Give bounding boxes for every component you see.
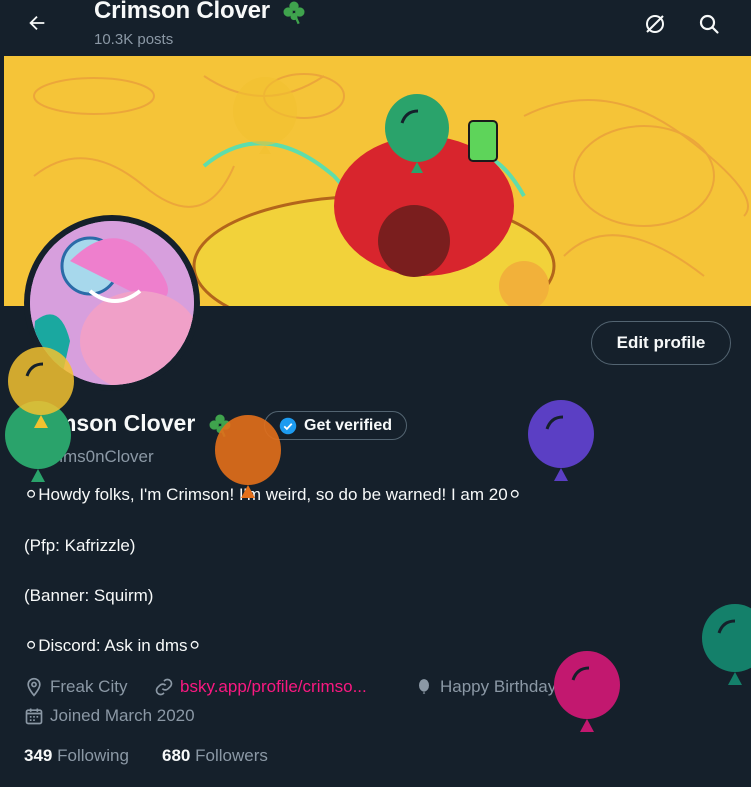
website[interactable]: bsky.app/profile/crimso... (154, 677, 367, 697)
profile-title: Crimson Clover (94, 0, 308, 26)
bio-line: (Banner: Squirm) (24, 586, 154, 605)
location-text: Freak City (50, 677, 128, 696)
following-count: 349 (24, 746, 53, 765)
arrow-left-icon (29, 15, 45, 31)
followers-count: 680 (162, 746, 191, 765)
website-link[interactable]: bsky.app/profile/crimso... (180, 677, 367, 697)
following-label: Following (57, 746, 129, 765)
display-name: Crimson Clover (24, 410, 234, 439)
birthday: Happy Birthday! (414, 677, 561, 697)
location-pin-icon (27, 677, 41, 697)
edit-profile-button[interactable]: Edit profile (591, 321, 731, 365)
location: Freak City (24, 677, 127, 697)
clover-icon (209, 414, 231, 438)
grok-button[interactable] (641, 10, 669, 38)
balloon-decoration (528, 400, 594, 481)
search-icon (699, 14, 719, 34)
join-date: Joined March 2020 (24, 706, 195, 726)
clover-icon (283, 1, 305, 24)
get-verified-button[interactable]: Get verified (264, 411, 408, 440)
followers-label: Followers (195, 746, 268, 765)
user-handle: @Crims0nClover (24, 447, 154, 466)
avatar[interactable] (30, 221, 194, 385)
post-count: 10.3K posts (94, 31, 174, 48)
join-date-text: Joined March 2020 (50, 706, 195, 725)
calendar-icon (25, 708, 43, 725)
back-button[interactable] (22, 8, 52, 38)
bio-line: (Pfp: Kafrizzle) (24, 536, 136, 555)
verified-badge-icon (279, 417, 297, 434)
balloon-decoration (702, 604, 751, 685)
profile-title-text: Crimson Clover (94, 0, 270, 24)
bio-line: ⚪Discord: Ask in dms⚪ (24, 636, 202, 655)
search-button[interactable] (695, 10, 723, 38)
avatar-artwork (30, 221, 194, 385)
balloon-decoration (554, 651, 620, 732)
bio-line: ⚪Howdy folks, I'm Crimson! I'm weird, so… (24, 485, 522, 504)
get-verified-label: Get verified (304, 416, 393, 434)
birthday-text: Happy Birthday! (440, 677, 561, 696)
top-bar: Crimson Clover 10.3K posts (0, 0, 751, 56)
link-icon (155, 678, 173, 696)
following-link[interactable]: 349 Following (24, 746, 129, 766)
slash-circle-icon (646, 15, 664, 33)
followers-link[interactable]: 680 Followers (162, 746, 268, 766)
balloon-icon (419, 679, 429, 694)
display-name-text: Crimson Clover (24, 410, 196, 436)
